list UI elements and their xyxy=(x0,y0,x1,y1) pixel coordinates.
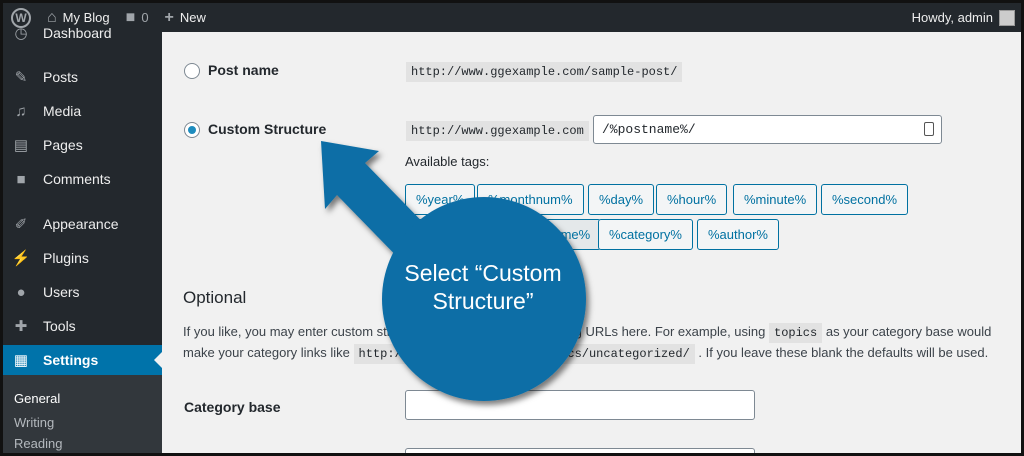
available-tags-label: Available tags: xyxy=(405,154,490,169)
settings-submenu: General Writing Reading xyxy=(3,375,162,453)
tag-button[interactable]: %category% xyxy=(598,219,693,250)
post-name-example: http://www.ggexample.com/sample-post/ xyxy=(406,62,683,82)
post-name-radio[interactable] xyxy=(184,63,200,79)
admin-sidebar: ◷ Dashboard ✎ Posts ♫ Media ▤ Pages ■ Comment… xyxy=(3,25,162,453)
tag-button[interactable]: %postname% xyxy=(499,219,602,250)
comment-icon: ■ xyxy=(16,170,26,188)
tag-button[interactable]: %second% xyxy=(821,184,909,215)
example-code: topics xyxy=(769,323,823,343)
sidebar-item-label: Settings xyxy=(43,352,99,368)
callout-text: Select “Custom Structure” xyxy=(404,260,562,314)
custom-structure-radio[interactable] xyxy=(184,122,200,138)
description-text: as your category base would xyxy=(825,324,992,339)
autofill-icon xyxy=(924,122,934,136)
howdy-text: Howdy, admin xyxy=(911,10,993,25)
sidebar-item-label: Users xyxy=(43,284,80,300)
plugin-icon: ⚡ xyxy=(11,250,31,267)
sidebar-item-tools[interactable]: ✚ Tools xyxy=(3,311,162,341)
example-url: http://www.ggexample.com/topics/uncatego… xyxy=(353,344,695,364)
description-text: make your category links like xyxy=(183,345,350,360)
sidebar-item-label: Appearance xyxy=(43,216,119,232)
sidebar-item-settings[interactable]: ▦ Settings xyxy=(3,345,162,375)
submenu-writing[interactable]: Writing xyxy=(14,415,54,430)
description-text: . If you leave these blank the defaults … xyxy=(698,345,989,360)
sidebar-item-media[interactable]: ♫ Media xyxy=(3,96,162,126)
tag-base-input[interactable] xyxy=(405,448,755,453)
optional-description: If you like, you may enter custom struct… xyxy=(183,322,993,364)
sidebar-item-plugins[interactable]: ⚡ Plugins xyxy=(3,243,162,273)
description-text: If you like, you may enter custom struct… xyxy=(183,324,766,339)
custom-structure-value: /%postname%/ xyxy=(602,122,696,137)
sidebar-item-dashboard[interactable]: ◷ Dashboard xyxy=(3,18,162,48)
sidebar-item-pages[interactable]: ▤ Pages xyxy=(3,130,162,160)
sidebar-item-label: Pages xyxy=(43,137,83,153)
sidebar-item-label: Tools xyxy=(43,318,76,334)
brush-icon: ✐ xyxy=(14,216,28,233)
tag-button[interactable]: %monthnum% xyxy=(477,184,584,215)
settings-icon: ▦ xyxy=(13,352,29,369)
dashboard-icon: ◷ xyxy=(14,25,28,42)
sidebar-item-label: Media xyxy=(43,103,82,119)
optional-heading: Optional xyxy=(183,288,247,307)
pin-icon: ✎ xyxy=(14,69,28,86)
avatar xyxy=(999,9,1015,26)
sidebar-item-appearance[interactable]: ✐ Appearance xyxy=(3,209,162,239)
custom-structure-input[interactable]: /%postname%/ xyxy=(593,115,942,144)
permalink-settings: Post name http://www.ggexample.com/sampl… xyxy=(162,32,1021,453)
wp-admin-window: W ⌂ My Blog ■ 0 + New Howdy, admin ◷ Dashboa… xyxy=(3,3,1021,453)
media-icon: ♫ xyxy=(15,102,27,120)
tag-button[interactable]: %year% xyxy=(405,184,476,215)
tag-button[interactable]: %minute% xyxy=(733,184,818,215)
wrench-icon: ✚ xyxy=(14,318,28,335)
category-base-input[interactable] xyxy=(405,390,755,420)
tag-button[interactable]: %hour% xyxy=(656,184,728,215)
sidebar-item-users[interactable]: ● Users xyxy=(3,277,162,307)
plus-icon: + xyxy=(164,8,174,26)
sidebar-item-comments[interactable]: ■ Comments xyxy=(3,164,162,194)
custom-structure-label[interactable]: Custom Structure xyxy=(208,121,326,137)
sidebar-item-label: Posts xyxy=(43,69,79,85)
sidebar-item-posts[interactable]: ✎ Posts xyxy=(3,62,162,92)
pages-icon: ▤ xyxy=(13,137,29,154)
submenu-general[interactable]: General xyxy=(14,391,60,406)
sidebar-item-label: Dashboard xyxy=(43,25,112,41)
new-label: New xyxy=(179,10,206,25)
submenu-reading[interactable]: Reading xyxy=(14,436,62,451)
tag-button[interactable]: %day% xyxy=(588,184,655,215)
sidebar-item-label: Comments xyxy=(43,171,111,187)
user-icon: ● xyxy=(16,283,26,301)
custom-structure-base: http://www.ggexample.com xyxy=(406,121,589,141)
account-menu[interactable]: Howdy, admin xyxy=(912,3,1015,32)
tag-button[interactable]: %post_id% xyxy=(405,219,493,250)
post-name-label[interactable]: Post name xyxy=(208,62,279,78)
sidebar-item-label: Plugins xyxy=(43,250,89,266)
tag-button[interactable]: %author% xyxy=(697,219,779,250)
category-base-label: Category base xyxy=(184,399,281,415)
new-content-link[interactable]: + New xyxy=(157,3,214,32)
